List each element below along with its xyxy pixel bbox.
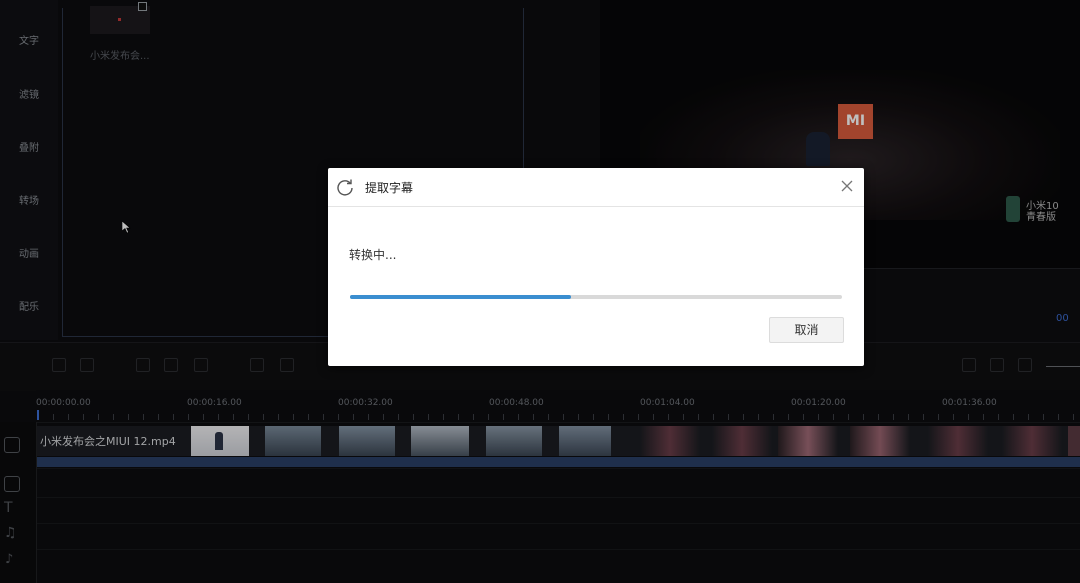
close-icon[interactable] [838,177,856,195]
progress-fill [350,295,572,299]
progress-bar [350,295,842,299]
conversion-status: 转换中... [349,248,397,262]
dialog-header: 提取字幕 [328,168,864,207]
cancel-button[interactable]: 取消 [769,317,844,343]
extract-subtitles-dialog: 提取字幕 转换中... 取消 [328,168,864,366]
refresh-icon [337,179,353,196]
dialog-title: 提取字幕 [365,181,414,195]
